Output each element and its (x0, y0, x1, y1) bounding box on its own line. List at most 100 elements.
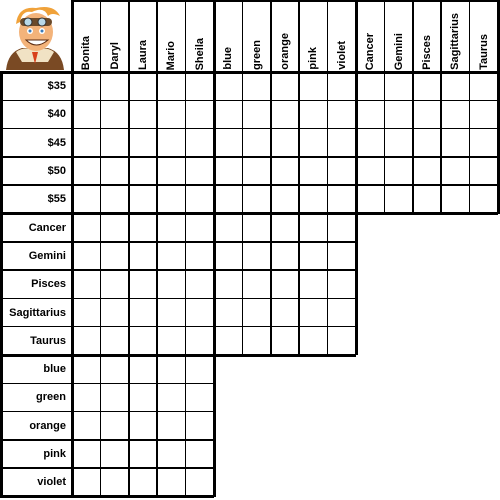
grid-cell[interactable] (100, 100, 129, 129)
grid-cell[interactable] (185, 156, 214, 186)
grid-cell[interactable] (100, 156, 129, 186)
grid-cell[interactable] (128, 270, 158, 299)
grid-cell[interactable] (242, 213, 271, 242)
grid-cell[interactable] (72, 156, 101, 186)
grid-cell[interactable] (157, 241, 186, 271)
grid-cell[interactable] (100, 298, 129, 327)
grid-cell[interactable] (356, 128, 385, 157)
grid-cell[interactable] (72, 383, 101, 412)
grid-cell[interactable] (100, 72, 129, 101)
grid-cell[interactable] (72, 298, 101, 327)
grid-cell[interactable] (128, 72, 158, 101)
grid-cell[interactable] (270, 241, 300, 271)
grid-cell[interactable] (356, 72, 385, 101)
grid-cell[interactable] (441, 185, 470, 214)
grid-cell[interactable] (128, 439, 158, 469)
grid-cell[interactable] (214, 326, 243, 355)
grid-cell[interactable] (185, 439, 214, 469)
grid-cell[interactable] (242, 326, 271, 355)
grid-cell[interactable] (214, 72, 243, 101)
grid-cell[interactable] (469, 100, 498, 129)
grid-cell[interactable] (100, 326, 129, 355)
grid-cell[interactable] (299, 128, 328, 157)
grid-cell[interactable] (128, 326, 158, 355)
grid-cell[interactable] (469, 156, 498, 186)
grid-cell[interactable] (299, 185, 328, 214)
grid-cell[interactable] (441, 128, 470, 157)
grid-cell[interactable] (72, 326, 101, 355)
grid-cell[interactable] (270, 270, 300, 299)
grid-cell[interactable] (412, 72, 442, 101)
grid-cell[interactable] (185, 298, 214, 327)
grid-cell[interactable] (100, 468, 129, 497)
grid-cell[interactable] (384, 100, 413, 129)
grid-cell[interactable] (157, 298, 186, 327)
grid-cell[interactable] (270, 185, 300, 214)
grid-cell[interactable] (356, 185, 385, 214)
grid-cell[interactable] (128, 185, 158, 214)
grid-cell[interactable] (128, 355, 158, 384)
grid-cell[interactable] (185, 128, 214, 157)
grid-cell[interactable] (185, 383, 214, 412)
grid-cell[interactable] (327, 156, 356, 186)
grid-cell[interactable] (441, 100, 470, 129)
grid-cell[interactable] (100, 439, 129, 469)
grid-cell[interactable] (412, 100, 442, 129)
grid-cell[interactable] (242, 128, 271, 157)
grid-cell[interactable] (185, 72, 214, 101)
grid-cell[interactable] (128, 100, 158, 129)
grid-cell[interactable] (441, 156, 470, 186)
grid-cell[interactable] (270, 213, 300, 242)
grid-cell[interactable] (327, 326, 356, 355)
grid-cell[interactable] (214, 213, 243, 242)
grid-cell[interactable] (157, 355, 186, 384)
grid-cell[interactable] (327, 270, 356, 299)
grid-cell[interactable] (299, 156, 328, 186)
grid-cell[interactable] (242, 298, 271, 327)
grid-cell[interactable] (270, 100, 300, 129)
grid-cell[interactable] (72, 213, 101, 242)
grid-cell[interactable] (72, 355, 101, 384)
grid-cell[interactable] (157, 156, 186, 186)
grid-cell[interactable] (327, 185, 356, 214)
grid-cell[interactable] (384, 72, 413, 101)
grid-cell[interactable] (185, 326, 214, 355)
grid-cell[interactable] (157, 100, 186, 129)
grid-cell[interactable] (72, 270, 101, 299)
grid-cell[interactable] (100, 128, 129, 157)
grid-cell[interactable] (157, 411, 186, 440)
grid-cell[interactable] (100, 270, 129, 299)
grid-cell[interactable] (72, 100, 101, 129)
grid-cell[interactable] (327, 298, 356, 327)
grid-cell[interactable] (356, 156, 385, 186)
grid-cell[interactable] (242, 100, 271, 129)
grid-cell[interactable] (185, 355, 214, 384)
grid-cell[interactable] (356, 100, 385, 129)
grid-cell[interactable] (299, 298, 328, 327)
grid-cell[interactable] (214, 298, 243, 327)
grid-cell[interactable] (72, 128, 101, 157)
grid-cell[interactable] (100, 213, 129, 242)
grid-cell[interactable] (469, 185, 498, 214)
grid-cell[interactable] (157, 439, 186, 469)
grid-cell[interactable] (270, 156, 300, 186)
grid-cell[interactable] (72, 439, 101, 469)
grid-cell[interactable] (128, 468, 158, 497)
grid-cell[interactable] (72, 72, 101, 101)
grid-cell[interactable] (128, 411, 158, 440)
grid-cell[interactable] (214, 241, 243, 271)
grid-cell[interactable] (100, 355, 129, 384)
grid-cell[interactable] (72, 241, 101, 271)
grid-cell[interactable] (299, 241, 328, 271)
grid-cell[interactable] (128, 128, 158, 157)
grid-cell[interactable] (214, 128, 243, 157)
grid-cell[interactable] (72, 411, 101, 440)
grid-cell[interactable] (384, 185, 413, 214)
grid-cell[interactable] (214, 100, 243, 129)
grid-cell[interactable] (100, 411, 129, 440)
grid-cell[interactable] (327, 72, 356, 101)
grid-cell[interactable] (185, 185, 214, 214)
grid-cell[interactable] (299, 213, 328, 242)
grid-cell[interactable] (128, 383, 158, 412)
grid-cell[interactable] (100, 185, 129, 214)
